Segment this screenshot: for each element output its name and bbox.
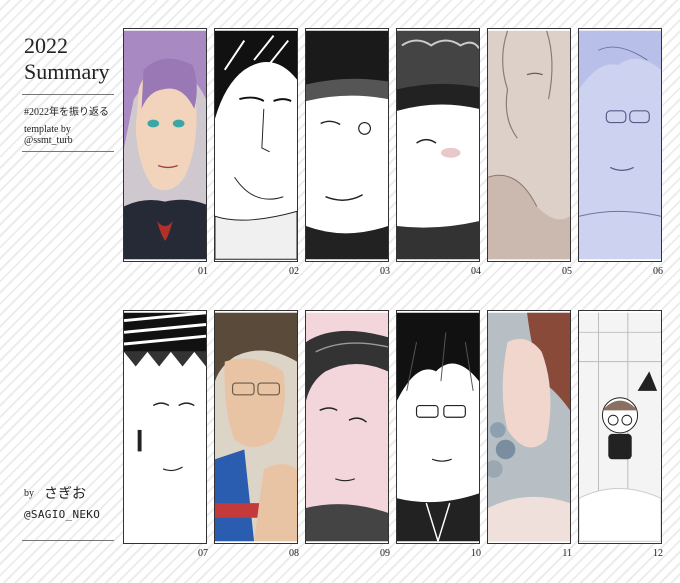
panel-number: 03: [380, 266, 390, 277]
sidebar: 2022 Summary #2022年を振り返る template by @ss…: [0, 0, 118, 583]
panel-02: [214, 28, 298, 262]
divider: [22, 540, 114, 541]
portrait-illustration: [488, 312, 570, 542]
panel-01: [123, 28, 207, 262]
panel-number: 01: [198, 266, 208, 277]
portrait-illustration: [488, 30, 570, 260]
portrait-illustration: [124, 311, 206, 542]
by-label: by: [24, 488, 34, 499]
panel-number: 11: [562, 548, 572, 559]
portrait-illustration: [579, 30, 661, 260]
portrait-illustration: [397, 30, 479, 260]
panel-08: [214, 310, 298, 544]
panel-07: [123, 310, 207, 544]
author-name: さぎお: [44, 486, 86, 502]
summary-heading: Summary: [24, 59, 110, 84]
portrait-illustration: [215, 30, 297, 260]
panel-05: [487, 28, 571, 262]
panel-03: [305, 28, 389, 262]
panel-number: 10: [471, 548, 481, 559]
portrait-illustration: [215, 312, 297, 542]
hashtag: #2022年を振り返る: [24, 107, 109, 118]
panel-04: [396, 28, 480, 262]
year-heading: 2022: [24, 33, 68, 58]
panel-number: 12: [653, 548, 663, 559]
panel-number: 09: [380, 548, 390, 559]
author-handle: @SAGIO_NEKO: [24, 508, 101, 521]
panel-number: 02: [289, 266, 299, 277]
panel-11: [487, 310, 571, 544]
portrait-illustration: [397, 312, 479, 542]
panel-12: [578, 310, 662, 544]
panel-number: 05: [562, 266, 572, 277]
panel-number: 07: [198, 548, 208, 559]
panel-number: 04: [471, 266, 481, 277]
portrait-illustration: [306, 30, 388, 260]
panel-number: 06: [653, 266, 663, 277]
divider: [22, 94, 114, 95]
panel-09: [305, 310, 389, 544]
panel-06: [578, 28, 662, 262]
panel-10: [396, 310, 480, 544]
template-credit-handle: @ssmt_turb: [24, 135, 73, 146]
portrait-illustration: [579, 312, 661, 542]
panel-number: 08: [289, 548, 299, 559]
portrait-illustration: [306, 312, 388, 542]
divider: [22, 151, 114, 152]
portrait-illustration: [124, 30, 206, 260]
